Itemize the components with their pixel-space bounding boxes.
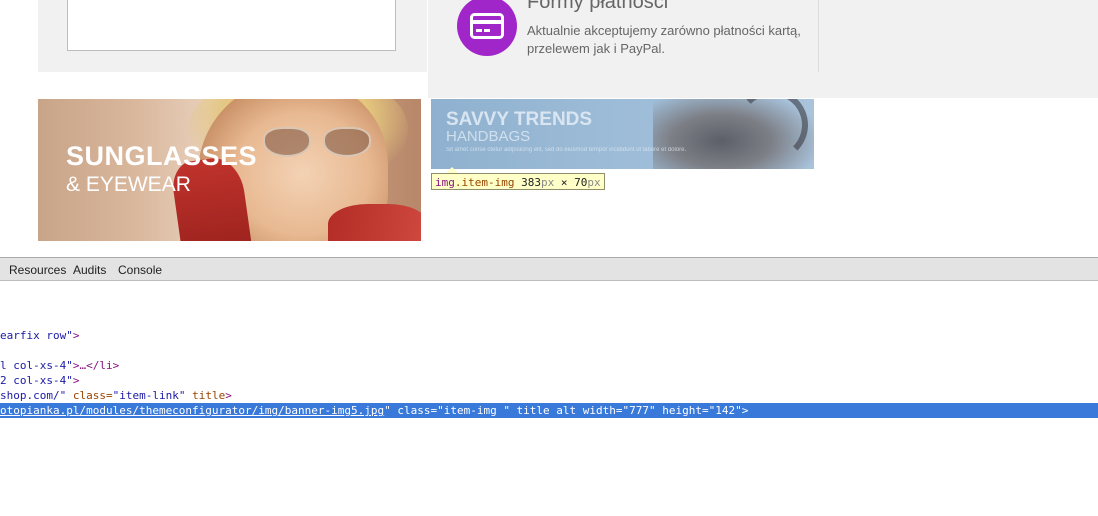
code-token: class= [66,389,113,402]
code-token: title [185,389,226,402]
tooltip-width-unit: px [540,176,555,189]
sunglasses-banner[interactable]: SUNGLASSES & EYEWEAR [38,99,421,241]
tooltip-width: 383 [521,176,541,189]
code-token: > [72,374,80,387]
payment-title: Formy płatności [527,0,669,13]
sunglasses-banner-subtitle: & EYEWEAR [66,173,191,196]
handbags-banner-fineprint: Sit amet conse ctetur adipisicing elit, … [446,147,687,153]
code-token: "item-link" [112,389,186,402]
tooltip-height-unit: px [587,176,601,189]
red-top-graphic [328,204,421,241]
handbags-banner[interactable]: SAVVY TRENDS HANDBAGS Sit amet conse cte… [431,99,814,169]
tab-console[interactable]: Console [118,263,162,277]
sunglasses-banner-title: SUNGLASSES [66,141,258,171]
sunglasses-graphic [263,127,371,157]
code-token: > [72,329,80,342]
text-input-box[interactable] [67,0,396,51]
code-token: > [225,389,232,402]
left-panel [38,0,427,72]
code-token: otopianka.pl/modules/themeconfigurator/i… [0,404,385,417]
code-token: 2 col-xs-4" [0,374,73,387]
dom-line[interactable]: earfix row"> [0,328,79,343]
dom-line[interactable]: 2 col-xs-4"> [0,373,79,388]
code-token: earfix row" [0,329,73,342]
code-token: " class="item-img " title alt width="777… [384,404,749,417]
credit-card-icon [457,0,517,56]
code-token: >…</li> [72,359,120,372]
code-token: l col-xs-4" [0,359,73,372]
handbags-banner-subtitle: HANDBAGS [446,128,531,145]
payment-description: Aktualnie akceptujemy zarówno płatności … [527,23,801,56]
tooltip-times: × [560,176,568,189]
dom-line[interactable]: l col-xs-4">…</li> [0,358,119,373]
dom-line-selected[interactable]: otopianka.pl/modules/themeconfigurator/i… [0,403,1098,418]
tooltip-class: .item-img [454,176,515,189]
panel-divider [818,0,819,72]
devtools-elements-panel: earfix row"> l col-xs-4">…</li> 2 col-xs… [0,281,1098,516]
tooltip-tag: img [435,176,455,189]
tooltip-height: 70 [574,176,588,189]
code-token: shop.com/" [0,389,67,402]
element-size-tooltip: img.item-img 383px × 70px [431,173,605,190]
payment-info-panel: Formy płatności Aktualnie akceptujemy za… [428,0,1098,98]
tab-audits[interactable]: Audits [73,263,106,277]
devtools-tab-bar: Resources Audits Console [0,257,1098,281]
tab-resources[interactable]: Resources [9,263,66,277]
dom-line[interactable]: shop.com/" class="item-link" title> [0,388,232,403]
